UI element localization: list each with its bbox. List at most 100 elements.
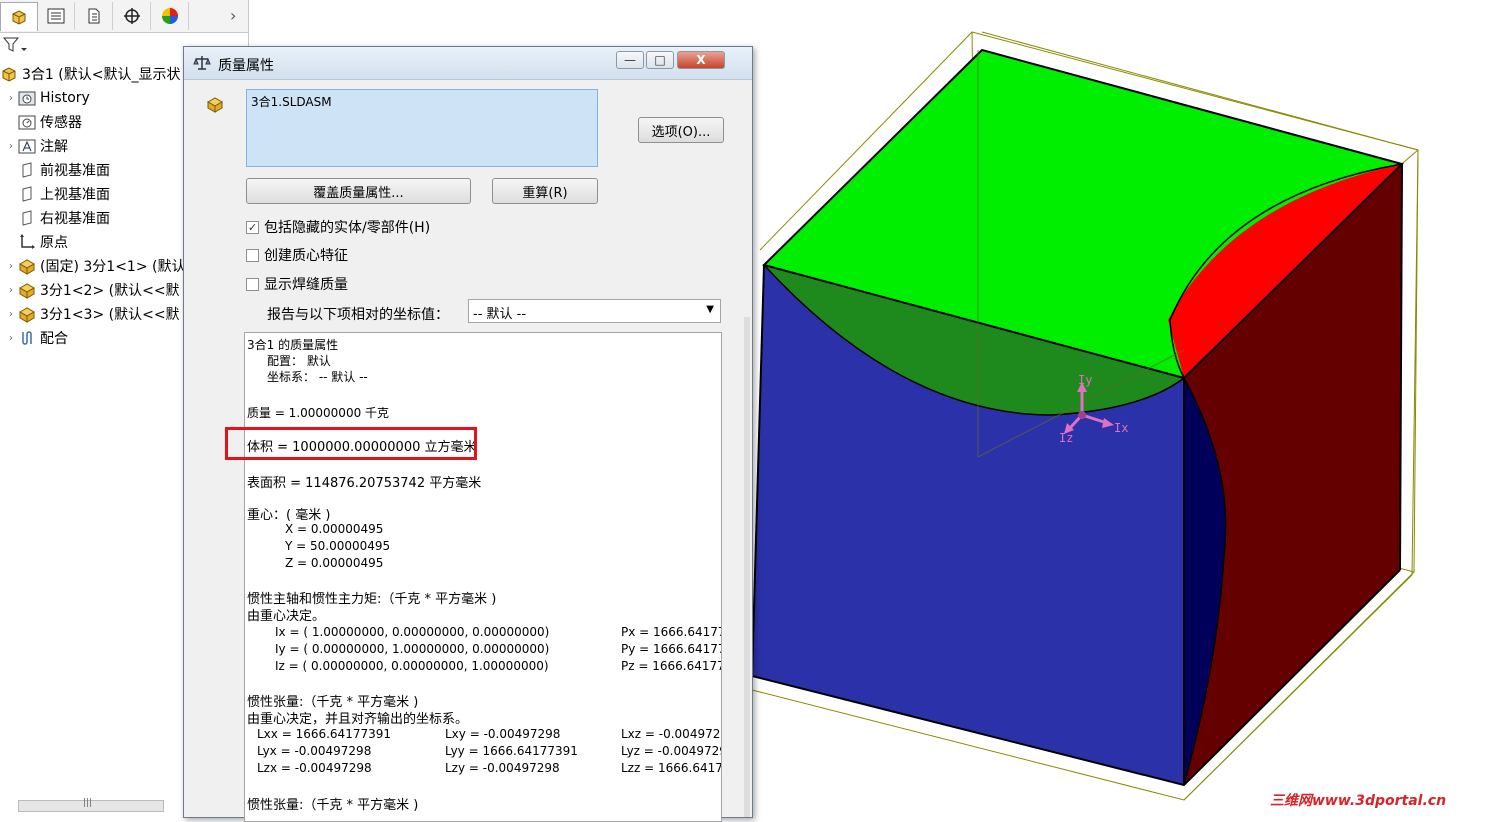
graphics-viewport[interactable]: Iy Ix Iz [751,0,1491,812]
tree-item-part-2[interactable]: › 3分1<2> (默认<<默 [4,279,180,301]
tree-root-assembly[interactable]: 3合1 (默认<默认_显示状 [0,63,180,85]
filter-button[interactable] [2,36,28,58]
assembly-icon [0,65,18,83]
origin-icon [18,233,36,251]
scrollbar-grip: ||| [83,798,93,808]
tree-item-front-plane[interactable]: 前视基准面 [4,159,110,181]
tree-item-top-plane[interactable]: 上视基准面 [4,183,110,205]
report-lxy: Lxy = -0.00497298 [445,727,561,741]
expand-arrow-icon[interactable]: › [4,141,18,152]
configuration-icon [88,8,100,24]
tree-horizontal-scrollbar[interactable]: ||| [18,798,164,812]
report-cog-y: Y = 50.00000495 [285,539,391,553]
dialog-vertical-scrollbar[interactable] [744,317,750,817]
report-lxz: Lxz = -0.00497298 [621,727,721,741]
plane-icon [18,185,36,203]
report-py: Py = 1666.64177391 [621,642,721,656]
dialog-title: 质量属性 [218,58,274,74]
tree-item-right-plane[interactable]: 右视基准面 [4,207,110,229]
report-cog-x: X = 0.00000495 [285,522,384,536]
recalculate-button[interactable]: 重算(R) [492,178,598,204]
report-heading: 3合1 的质量属性 [247,338,339,352]
property-list-icon [47,8,65,24]
tree-item-label: 传感器 [40,115,82,131]
report-px: Px = 1666.64177391 [621,625,721,639]
part-icon [18,281,36,299]
report-tensor2-title: 惯性张量:（千克 * 平方毫米 ) [247,798,419,813]
weld-mass-checkbox[interactable] [246,277,259,291]
tree-item-label: 配合 [40,331,68,347]
volume-highlight-box [225,427,477,460]
report-lzz: Lzz = 1666.64177391 [621,761,722,775]
axis-label-iz: Iz [1059,431,1073,445]
mates-icon [18,329,36,347]
report-cog-z: Z = 0.00000495 [285,556,384,570]
report-ix: Ix = ( 1.00000000, 0.00000000, 0.0000000… [275,625,550,639]
plane-icon [18,209,36,227]
report-configuration: 配置： 默认 [267,354,331,368]
annotation-icon [18,137,36,155]
tree-item-label: 右视基准面 [40,211,110,227]
report-surface-area: 表面积 = 114876.20753742 平方毫米 [247,476,482,491]
expand-arrow-icon[interactable]: › [4,261,18,272]
report-iy: Iy = ( 0.00000000, 1.00000000, 0.0000000… [275,642,550,656]
create-cog-label: 创建质心特征 [264,248,348,264]
include-hidden-checkbox-row[interactable]: ✓ 包括隐藏的实体/零部件(H) [246,218,430,236]
close-button[interactable]: X [677,51,725,69]
include-hidden-label: 包括隐藏的实体/零部件(H) [264,220,431,236]
tree-item-history[interactable]: › History [4,87,90,109]
part-icon [18,305,36,323]
tree-item-annotations[interactable]: › 注解 [4,135,68,157]
dropdown-arrow-icon[interactable]: ▼ [706,304,714,315]
create-cog-checkbox-row[interactable]: 创建质心特征 [246,246,348,264]
dialog-title-bar[interactable]: 质量属性 — □ X [184,47,752,80]
tree-item-mates[interactable]: › 配合 [4,327,68,349]
tree-item-sensors[interactable]: 传感器 [4,111,82,133]
configuration-manager-tab[interactable] [76,2,113,30]
mass-properties-report[interactable]: 3合1 的质量属性 配置： 默认 坐标系： -- 默认 -- 质量 = 1.00… [244,332,722,822]
tree-item-label: 3分1<2> (默认<<默 [40,283,180,299]
selected-file-item[interactable]: 3合1.SLDASM [251,95,332,109]
expand-tabs-chevron[interactable]: › [230,6,236,25]
weld-mass-label: 显示焊缝质量 [264,277,348,293]
tree-item-part-3[interactable]: › 3分1<3> (默认<<默 [4,303,180,325]
expand-arrow-icon[interactable]: › [4,285,18,296]
feature-manager-tabs: › [0,0,248,33]
sensor-icon [18,113,36,131]
report-iz: Iz = ( 0.00000000, 0.00000000, 1.0000000… [275,659,549,673]
tree-item-label: 前视基准面 [40,163,110,179]
minimize-button[interactable]: — [616,51,644,69]
expand-arrow-icon[interactable]: › [4,93,18,104]
report-lzy: Lzy = -0.00497298 [445,761,560,775]
options-button[interactable]: 选项(O)... [638,117,724,143]
mass-properties-dialog: 质量属性 — □ X 3合1.SLDASM 选项(O)... 覆盖质量属性...… [183,46,753,822]
axis-label-iy: Iy [1078,373,1092,387]
property-manager-tab[interactable] [38,2,75,30]
report-coordinate-system: 坐标系： -- 默认 -- [267,370,368,384]
create-cog-checkbox[interactable] [246,248,259,262]
display-manager-tab[interactable] [152,2,189,30]
feature-manager-tab[interactable] [0,2,38,31]
tree-root-label: 3合1 (默认<默认_显示状 [22,67,181,83]
tree-item-label: 上视基准面 [40,187,110,203]
cube-3d-model[interactable]: Iy Ix Iz [751,0,1491,812]
tree-item-label: History [40,90,90,106]
tree-item-label: 注解 [40,139,68,155]
selected-components-list[interactable]: 3合1.SLDASM [246,89,598,167]
scale-balance-icon [193,56,211,70]
expand-arrow-icon[interactable]: › [4,309,18,320]
tree-item-origin[interactable]: 原点 [4,231,68,253]
weld-mass-checkbox-row[interactable]: 显示焊缝质量 [246,275,348,293]
report-lzx: Lzx = -0.00497298 [257,761,372,775]
coordinate-system-label: 报告与以下项相对的坐标值： [267,307,449,323]
dimxpert-tab[interactable] [114,2,151,30]
expand-arrow-icon[interactable]: › [4,333,18,344]
history-folder-icon [18,89,36,107]
tree-item-label: 3分1<3> (默认<<默 [40,307,180,323]
report-mass: 质量 = 1.00000000 千克 [247,406,390,420]
maximize-button[interactable]: □ [646,51,674,69]
include-hidden-checkbox[interactable]: ✓ [246,220,259,234]
tree-item-part-1[interactable]: › (固定) 3分1<1> (默认 [4,255,185,277]
coordinate-system-select[interactable]: -- 默认 -- ▼ [468,299,721,323]
override-mass-properties-button[interactable]: 覆盖质量属性... [246,178,471,204]
